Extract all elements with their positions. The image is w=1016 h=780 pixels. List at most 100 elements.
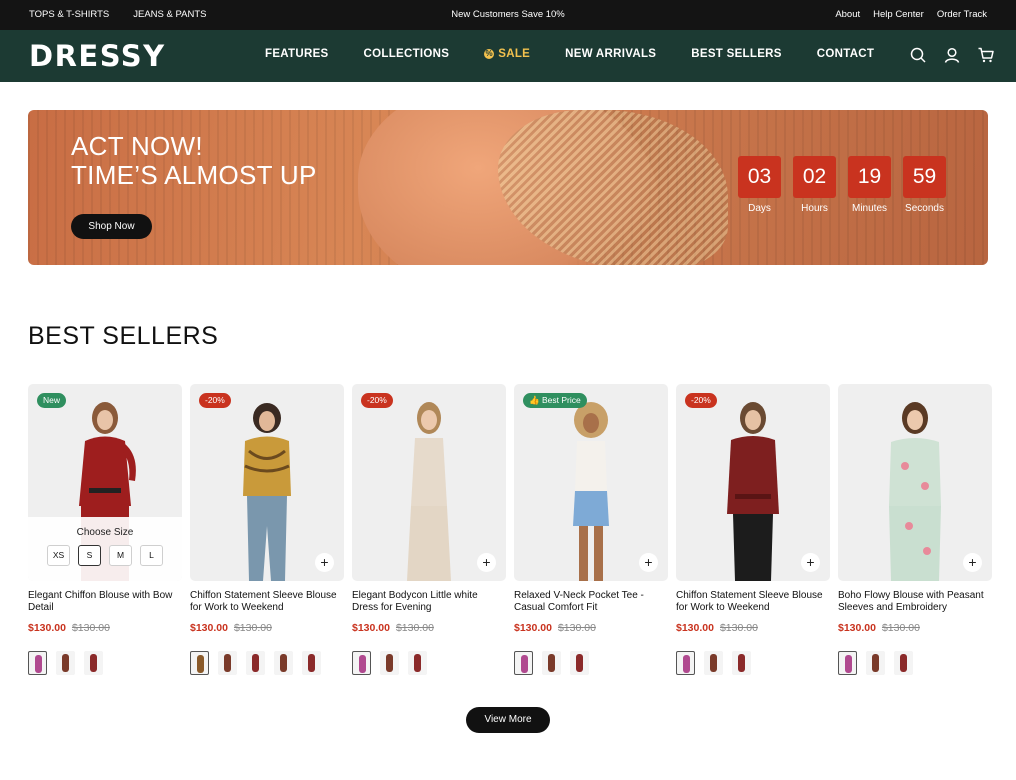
- color-swatch[interactable]: [218, 651, 237, 675]
- product-price-row: $130.00 $130.00: [838, 622, 992, 634]
- add-to-cart-plus-icon[interactable]: +: [315, 553, 334, 572]
- color-swatch[interactable]: [56, 651, 75, 675]
- nav-item-sale[interactable]: % SALE: [484, 48, 530, 60]
- add-to-cart-plus-icon[interactable]: +: [639, 553, 658, 572]
- main-nav: DRESSY FEATURES COLLECTIONS % SALE NEW A…: [0, 30, 1016, 82]
- hero-banner: ACT NOW! TIME’S ALMOST UP Shop Now 03 Da…: [28, 110, 988, 265]
- color-swatches: [352, 651, 506, 675]
- countdown-minutes: 19 Minutes: [847, 156, 892, 214]
- product-card[interactable]: -20% + Chiffon Statement Sleeve Blouse f…: [676, 384, 830, 675]
- size-option-m[interactable]: M: [109, 545, 132, 566]
- color-swatch[interactable]: [190, 651, 209, 675]
- nav-item-best-sellers[interactable]: BEST SELLERS: [691, 48, 782, 60]
- nav-icons: [909, 46, 995, 64]
- color-swatch[interactable]: [302, 651, 321, 675]
- product-image[interactable]: -20% +: [190, 384, 344, 581]
- countdown-days-label: Days: [748, 203, 771, 214]
- topbar-utility-links: About Help Center Order Track: [835, 9, 987, 20]
- color-swatch[interactable]: [408, 651, 427, 675]
- product-price-row: $130.00 $130.00: [190, 622, 344, 634]
- product-name[interactable]: Relaxed V-Neck Pocket Tee - Casual Comfo…: [514, 590, 668, 614]
- color-swatches: [28, 651, 182, 675]
- add-to-cart-plus-icon[interactable]: +: [801, 553, 820, 572]
- color-swatches: [190, 651, 344, 675]
- size-option-xs[interactable]: XS: [47, 545, 70, 566]
- color-swatch[interactable]: [676, 651, 695, 675]
- product-price: $130.00: [352, 622, 390, 634]
- product-price: $130.00: [838, 622, 876, 634]
- product-old-price: $130.00: [233, 622, 272, 634]
- color-swatch[interactable]: [352, 651, 371, 675]
- nav-item-features[interactable]: FEATURES: [265, 48, 329, 60]
- product-price: $130.00: [28, 622, 66, 634]
- topbar-link-help[interactable]: Help Center: [873, 9, 924, 20]
- countdown-minutes-label: Minutes: [851, 203, 887, 214]
- color-swatch[interactable]: [732, 651, 751, 675]
- add-to-cart-plus-icon[interactable]: +: [477, 553, 496, 572]
- product-image[interactable]: +: [838, 384, 992, 581]
- view-more-button[interactable]: View More: [466, 707, 550, 733]
- nav-menu: FEATURES COLLECTIONS % SALE NEW ARRIVALS…: [265, 48, 874, 60]
- nav-item-contact[interactable]: CONTACT: [817, 48, 874, 60]
- countdown-seconds: 59 Seconds: [902, 156, 947, 214]
- product-card[interactable]: -20% + Chiffon Statement Sleeve Blouse f…: [190, 384, 344, 675]
- product-image[interactable]: -20% +: [676, 384, 830, 581]
- size-selector: Choose Size XS S M L: [28, 517, 182, 581]
- user-icon[interactable]: [943, 46, 961, 64]
- color-swatch[interactable]: [838, 651, 857, 675]
- color-swatch[interactable]: [246, 651, 265, 675]
- color-swatch[interactable]: [894, 651, 913, 675]
- product-image[interactable]: -20% +: [352, 384, 506, 581]
- size-option-l[interactable]: L: [140, 545, 163, 566]
- product-card[interactable]: + Boho Flowy Blouse with Peasant Sleeves…: [838, 384, 992, 675]
- countdown-minutes-value: 19: [848, 156, 891, 198]
- color-swatch[interactable]: [866, 651, 885, 675]
- color-swatch[interactable]: [570, 651, 589, 675]
- size-selector-label: Choose Size: [76, 527, 134, 538]
- product-name[interactable]: Elegant Chiffon Blouse with Bow Detail: [28, 590, 182, 614]
- product-name[interactable]: Chiffon Statement Sleeve Blouse for Work…: [676, 590, 830, 614]
- product-old-price: $130.00: [881, 622, 920, 634]
- countdown-seconds-label: Seconds: [905, 203, 944, 214]
- nav-item-new-arrivals[interactable]: NEW ARRIVALS: [565, 48, 656, 60]
- logo[interactable]: DRESSY: [29, 39, 166, 73]
- color-swatch[interactable]: [514, 651, 533, 675]
- color-swatch[interactable]: [704, 651, 723, 675]
- size-options: XS S M L: [28, 545, 182, 566]
- product-price: $130.00: [190, 622, 228, 634]
- search-icon[interactable]: [909, 46, 927, 64]
- best-sellers-heading: BEST SELLERS: [28, 322, 219, 350]
- countdown-days-value: 03: [738, 156, 781, 198]
- product-price: $130.00: [676, 622, 714, 634]
- product-card[interactable]: -20% + Elegant Bodycon Little white Dres…: [352, 384, 506, 675]
- nav-item-collections[interactable]: COLLECTIONS: [364, 48, 450, 60]
- product-photo: [407, 402, 451, 581]
- product-name[interactable]: Elegant Bodycon Little white Dress for E…: [352, 590, 506, 614]
- color-swatch[interactable]: [28, 651, 47, 675]
- product-price-row: $130.00 $130.00: [28, 622, 182, 634]
- color-swatch[interactable]: [274, 651, 293, 675]
- product-name[interactable]: Boho Flowy Blouse with Peasant Sleeves a…: [838, 590, 992, 614]
- size-option-s[interactable]: S: [78, 545, 101, 566]
- shop-now-button[interactable]: Shop Now: [71, 214, 152, 239]
- product-photo: [889, 402, 941, 581]
- add-to-cart-plus-icon[interactable]: +: [963, 553, 982, 572]
- color-swatch[interactable]: [84, 651, 103, 675]
- color-swatch[interactable]: [542, 651, 561, 675]
- color-swatch[interactable]: [380, 651, 399, 675]
- product-old-price: $130.00: [71, 622, 110, 634]
- countdown-timer: 03 Days 02 Hours 19 Minutes 59 Seconds: [737, 156, 947, 214]
- topbar-link-order-track[interactable]: Order Track: [937, 9, 987, 20]
- product-name[interactable]: Chiffon Statement Sleeve Blouse for Work…: [190, 590, 344, 614]
- hero-heading-line1: ACT NOW!: [71, 131, 203, 161]
- announcement-bar: TOPS & T-SHIRTS JEANS & PANTS New Custom…: [0, 0, 1016, 30]
- product-card[interactable]: New Choose Size XS S M L Elegant Chiffon…: [28, 384, 182, 675]
- product-badge: New: [37, 393, 67, 408]
- product-card[interactable]: 👍 Best Price + Relaxed V-Neck Pocket Tee…: [514, 384, 668, 675]
- topbar-link-about[interactable]: About: [835, 9, 860, 20]
- product-image[interactable]: New Choose Size XS S M L: [28, 384, 182, 581]
- product-price-row: $130.00 $130.00: [514, 622, 668, 634]
- countdown-seconds-value: 59: [903, 156, 946, 198]
- product-image[interactable]: 👍 Best Price +: [514, 384, 668, 581]
- cart-icon[interactable]: [977, 46, 995, 64]
